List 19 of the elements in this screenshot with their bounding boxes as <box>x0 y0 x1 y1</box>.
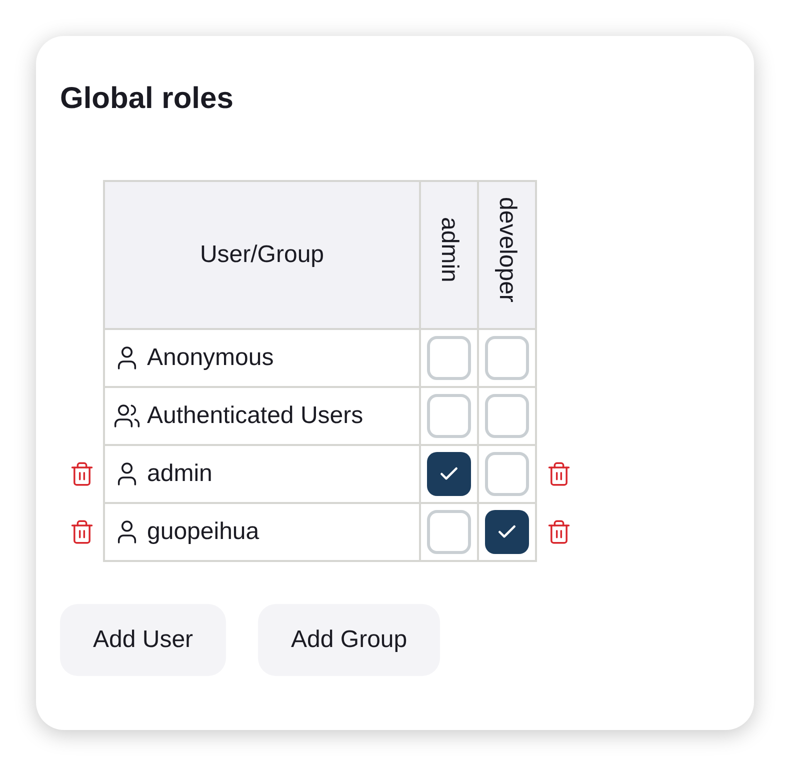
role-checkbox[interactable] <box>427 452 471 496</box>
role-checkbox[interactable] <box>485 336 529 380</box>
role-checkbox[interactable] <box>485 452 529 496</box>
role-checkbox[interactable] <box>427 394 471 438</box>
column-header: admin <box>435 216 464 282</box>
user-name: Authenticated Users <box>147 401 364 431</box>
role-checkbox[interactable] <box>485 510 529 554</box>
user-name: Anonymous <box>147 343 274 373</box>
column-header: developer <box>493 196 522 302</box>
section-title: Global roles <box>60 84 234 114</box>
user-name: admin <box>147 459 212 489</box>
role-checkbox[interactable] <box>427 510 471 554</box>
role-checkbox[interactable] <box>427 336 471 380</box>
column-header: User/Group <box>200 241 324 268</box>
add-button[interactable]: Add Group <box>258 604 440 676</box>
user-name: guopeihua <box>147 517 260 547</box>
role-checkbox[interactable] <box>485 394 529 438</box>
add-button[interactable]: Add User <box>60 604 226 676</box>
group-icon <box>113 402 141 430</box>
